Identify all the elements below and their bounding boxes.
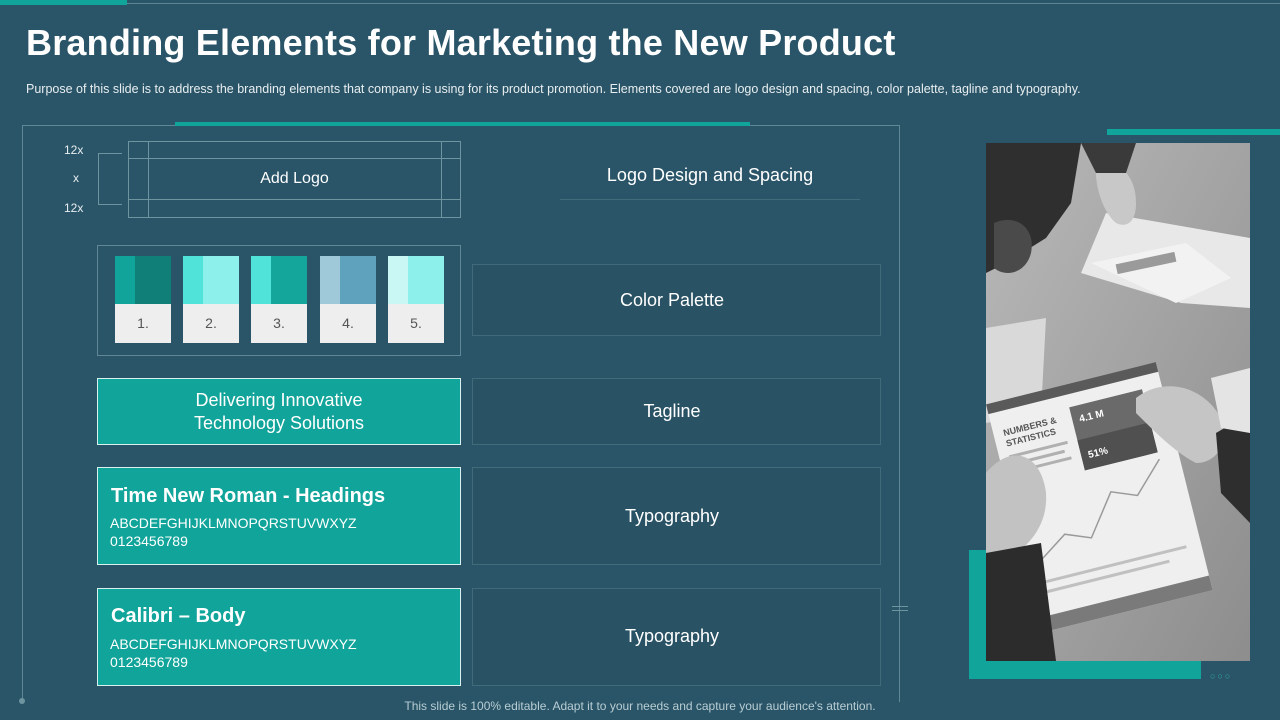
slide-footer: This slide is 100% editable. Adapt it to… (404, 699, 876, 713)
meeting-photo: 4.1 M 51% NUMBERS & STATISTICS (986, 143, 1250, 661)
tagline-label: Tagline (643, 401, 701, 421)
dimension-bottom: 12x (64, 201, 84, 215)
typography-body-alphabet: ABCDEFGHIJKLMNOPQRSTUVWXYZ (110, 636, 357, 652)
typography-body-digits: 0123456789 (110, 654, 188, 670)
photo-accent-top (1107, 129, 1280, 135)
color-swatch-3: 3. (251, 256, 307, 343)
typography-label-1: Typography (624, 506, 720, 526)
dimension-top: 12x (64, 143, 84, 157)
logo-label-underline (560, 199, 860, 200)
frame-tick (892, 606, 908, 607)
color-swatch-4: 4. (320, 256, 376, 343)
slide-subtitle: Purpose of this slide is to address the … (26, 82, 1081, 96)
top-accent-bar (0, 0, 127, 5)
add-logo-text: Add Logo (260, 170, 329, 187)
color-swatch-5: 5. (388, 256, 444, 343)
swatch-light-band (320, 256, 340, 304)
dimension-mid: x (73, 171, 79, 185)
decor-dots: ○○○ (1210, 671, 1233, 681)
logo-guide-line (128, 158, 461, 159)
swatch-dark-band (271, 256, 307, 304)
swatch-number: 4. (320, 304, 376, 343)
swatch-number: 3. (251, 304, 307, 343)
logo-design-label: Logo Design and Spacing (606, 165, 814, 185)
tagline-line-2: Technology Solutions (193, 413, 365, 433)
swatch-number: 5. (388, 304, 444, 343)
swatch-number: 2. (183, 304, 239, 343)
swatch-number: 1. (115, 304, 171, 343)
color-swatch-2: 2. (183, 256, 239, 343)
typography-label-2: Typography (624, 626, 720, 646)
typography-headings-alphabet: ABCDEFGHIJKLMNOPQRSTUVWXYZ (110, 515, 357, 531)
color-palette-label: Color Palette (619, 290, 725, 310)
swatch-dark-band (408, 256, 444, 304)
swatch-light-band (251, 256, 271, 304)
frame-tick (892, 610, 908, 611)
swatch-light-band (115, 256, 135, 304)
swatch-dark-band (203, 256, 239, 304)
slide-title: Branding Elements for Marketing the New … (26, 22, 896, 63)
logo-guide-line (128, 199, 461, 200)
top-rule (0, 3, 1280, 4)
swatch-dark-band (340, 256, 376, 304)
tagline-line-1: Delivering Innovative (195, 390, 363, 410)
swatch-dark-band (135, 256, 171, 304)
frame-accent-bar (175, 122, 750, 126)
typography-headings-digits: 0123456789 (110, 533, 188, 549)
typography-headings-title: Time New Roman - Headings (111, 485, 386, 507)
swatch-light-band (183, 256, 203, 304)
typography-body-title: Calibri – Body (111, 605, 246, 627)
color-swatch-1: 1. (115, 256, 171, 343)
dimension-bracket (98, 153, 122, 205)
swatch-light-band (388, 256, 408, 304)
